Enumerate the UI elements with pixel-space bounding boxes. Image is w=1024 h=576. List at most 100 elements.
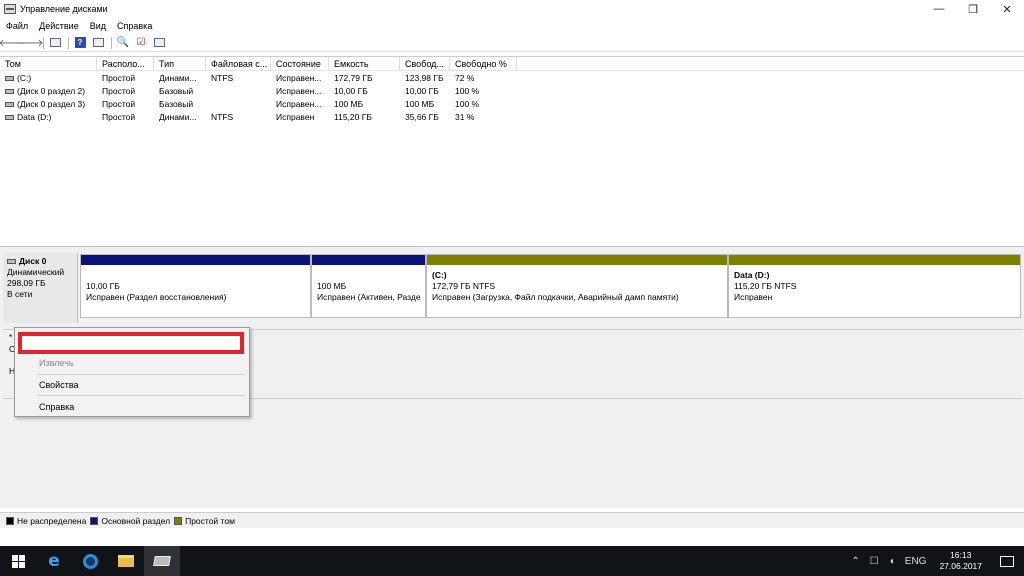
notifications-icon[interactable] <box>1000 555 1014 567</box>
help-button[interactable]: ? <box>72 36 88 50</box>
menu-file[interactable]: Файл <box>6 21 28 31</box>
edge-button[interactable]: e <box>36 546 72 576</box>
column-header-free-space[interactable]: Свобод... <box>400 57 450 71</box>
menu-help[interactable]: Справка <box>117 21 152 31</box>
legend-primary: Основной раздел <box>90 516 170 526</box>
app-button[interactable] <box>72 546 108 576</box>
table-row[interactable]: (Диск 0 раздел 2) Простой Базовый Исправ… <box>0 85 1024 98</box>
column-header-capacity[interactable]: Емкость <box>329 57 400 71</box>
table-row[interactable]: (C:) Простой Динами... NTFS Исправен... … <box>0 72 1024 85</box>
column-header-percent-free[interactable]: Свободно % <box>450 57 517 71</box>
language-indicator[interactable]: ENG <box>905 556 927 567</box>
partition-title <box>86 270 305 281</box>
toolbar-separator <box>111 36 112 49</box>
free-space-cell: 100 МБ <box>405 99 435 109</box>
rescan-button[interactable]: 🔍 <box>115 36 131 50</box>
window-title: Управление дисками <box>20 4 108 14</box>
help-icon: ? <box>74 37 86 48</box>
column-header-status[interactable]: Состояние <box>271 57 329 71</box>
disk-icon <box>7 259 16 264</box>
partition-info: 10,00 ГБ Исправен (Раздел восстановления… <box>81 265 310 308</box>
menu-item-eject[interactable]: Извлечь <box>39 358 74 368</box>
type-cell: Базовый <box>159 99 194 109</box>
column-header-volume[interactable]: Том <box>0 57 97 71</box>
volume-list-header: Том Располо... Тип Файловая с... Состоян… <box>0 57 1024 71</box>
drive-icon <box>5 102 14 108</box>
menu-action[interactable]: Действие <box>39 21 79 31</box>
app-circle-icon <box>82 553 98 569</box>
table-row[interactable]: Data (D:) Простой Динами... NTFS Исправе… <box>0 111 1024 124</box>
menu-item-help[interactable]: Справка <box>39 402 74 412</box>
column-header-layout[interactable]: Располо... <box>97 57 154 71</box>
view-list-button[interactable] <box>90 36 106 50</box>
show-hide-tree-button[interactable] <box>47 36 63 50</box>
volume-list[interactable]: Том Располо... Тип Файловая с... Состоян… <box>0 56 1024 244</box>
legend-label: Не распределена <box>17 515 87 526</box>
legend-label: Простой том <box>185 515 235 526</box>
column-header-filesystem[interactable]: Файловая с... <box>206 57 271 71</box>
layout-cell: Простой <box>102 86 136 96</box>
table-row[interactable]: (Диск 0 раздел 3) Простой Базовый Исправ… <box>0 98 1024 111</box>
restore-button[interactable]: ❐ <box>956 0 990 18</box>
legend-simple: Простой том <box>174 516 235 526</box>
partition-data-d[interactable]: Data (D:) 115,20 ГБ NTFS Исправен <box>728 254 1021 318</box>
highlighted-menu-item[interactable] <box>18 332 244 354</box>
percent-free-cell: 31 % <box>455 112 475 122</box>
toolbar-separator <box>68 36 69 49</box>
layout-cell: Простой <box>102 99 136 109</box>
menu-separator <box>37 395 245 396</box>
capacity-cell: 10,00 ГБ <box>334 86 368 96</box>
cdrom-label-fragment: * <box>9 332 13 342</box>
disk0-label[interactable]: Диск 0 Динамический 298,09 ГБ В сети <box>3 253 78 323</box>
volume-name: Data (D:) <box>17 112 52 122</box>
menu-view[interactable]: Вид <box>90 21 106 31</box>
column-header-type[interactable]: Тип <box>154 57 206 71</box>
partition-bar <box>312 255 425 265</box>
minimize-button[interactable]: — <box>922 0 956 18</box>
system-tray: ⌃ ☐ ◖ ENG 16:13 27.06.2017 <box>846 546 1024 576</box>
clock-time: 16:13 <box>950 550 972 560</box>
partition-system-reserved[interactable]: 100 МБ Исправен (Активен, Разде <box>311 254 426 318</box>
layout-cell: Простой <box>102 112 136 122</box>
capacity-cell: 172,79 ГБ <box>334 73 373 83</box>
volume-cell: (Диск 0 раздел 2) <box>0 85 97 98</box>
partition-info: Data (D:) 115,20 ГБ NTFS Исправен <box>729 265 1020 308</box>
clock[interactable]: 16:13 27.06.2017 <box>939 550 982 572</box>
console-tree-icon <box>49 38 61 47</box>
partition-bar <box>729 255 1020 265</box>
title-bar: Управление дисками — ❐ ✕ <box>0 0 1024 18</box>
network-icon[interactable]: ☐ <box>870 556 879 567</box>
layout-cell: Простой <box>102 73 136 83</box>
partition-recovery[interactable]: 10,00 ГБ Исправен (Раздел восстановления… <box>80 254 311 318</box>
partition-status: Исправен (Активен, Разде <box>317 292 421 302</box>
drive-icon <box>5 76 14 82</box>
drive-icon <box>5 89 14 95</box>
disk-management-taskbar-button[interactable] <box>144 546 180 576</box>
start-button[interactable] <box>0 546 36 576</box>
filesystem-cell: NTFS <box>211 112 234 122</box>
partition-c[interactable]: (C:) 172,79 ГБ NTFS Исправен (Загрузка, … <box>426 254 728 318</box>
menu-item-properties[interactable]: Свойства <box>39 380 79 390</box>
people-icon[interactable]: ⌃ <box>851 556 859 567</box>
check-button[interactable]: ☑ <box>133 36 149 50</box>
volume-name: (C:) <box>17 73 32 83</box>
drive-icon <box>5 115 14 121</box>
taskbar: e ⌃ ☐ ◖ ENG 16:13 27.06.2017 <box>0 546 1024 576</box>
forward-arrow-icon[interactable]: 🡒 <box>17 36 44 50</box>
legend-swatch <box>174 516 183 525</box>
status-cell: Исправен... <box>276 86 322 96</box>
partition-status: Исправен <box>734 292 773 302</box>
properties-button[interactable] <box>151 36 167 50</box>
partition-info: (C:) 172,79 ГБ NTFS Исправен (Загрузка, … <box>427 265 727 308</box>
disk0-size: 298,09 ГБ <box>7 278 46 288</box>
close-button[interactable]: ✕ <box>990 0 1024 18</box>
type-cell: Динами... <box>159 73 197 83</box>
free-space-cell: 10,00 ГБ <box>405 86 439 96</box>
disk0-name: Диск 0 <box>19 256 47 266</box>
disk-management-icon <box>153 556 171 566</box>
file-explorer-button[interactable] <box>108 546 144 576</box>
volume-icon[interactable]: ◖ <box>889 556 895 567</box>
disk0-type: Динамический <box>7 267 65 277</box>
legend-swatch <box>90 516 99 525</box>
partition-status: Исправен (Загрузка, Файл подкачки, Авари… <box>432 292 679 302</box>
